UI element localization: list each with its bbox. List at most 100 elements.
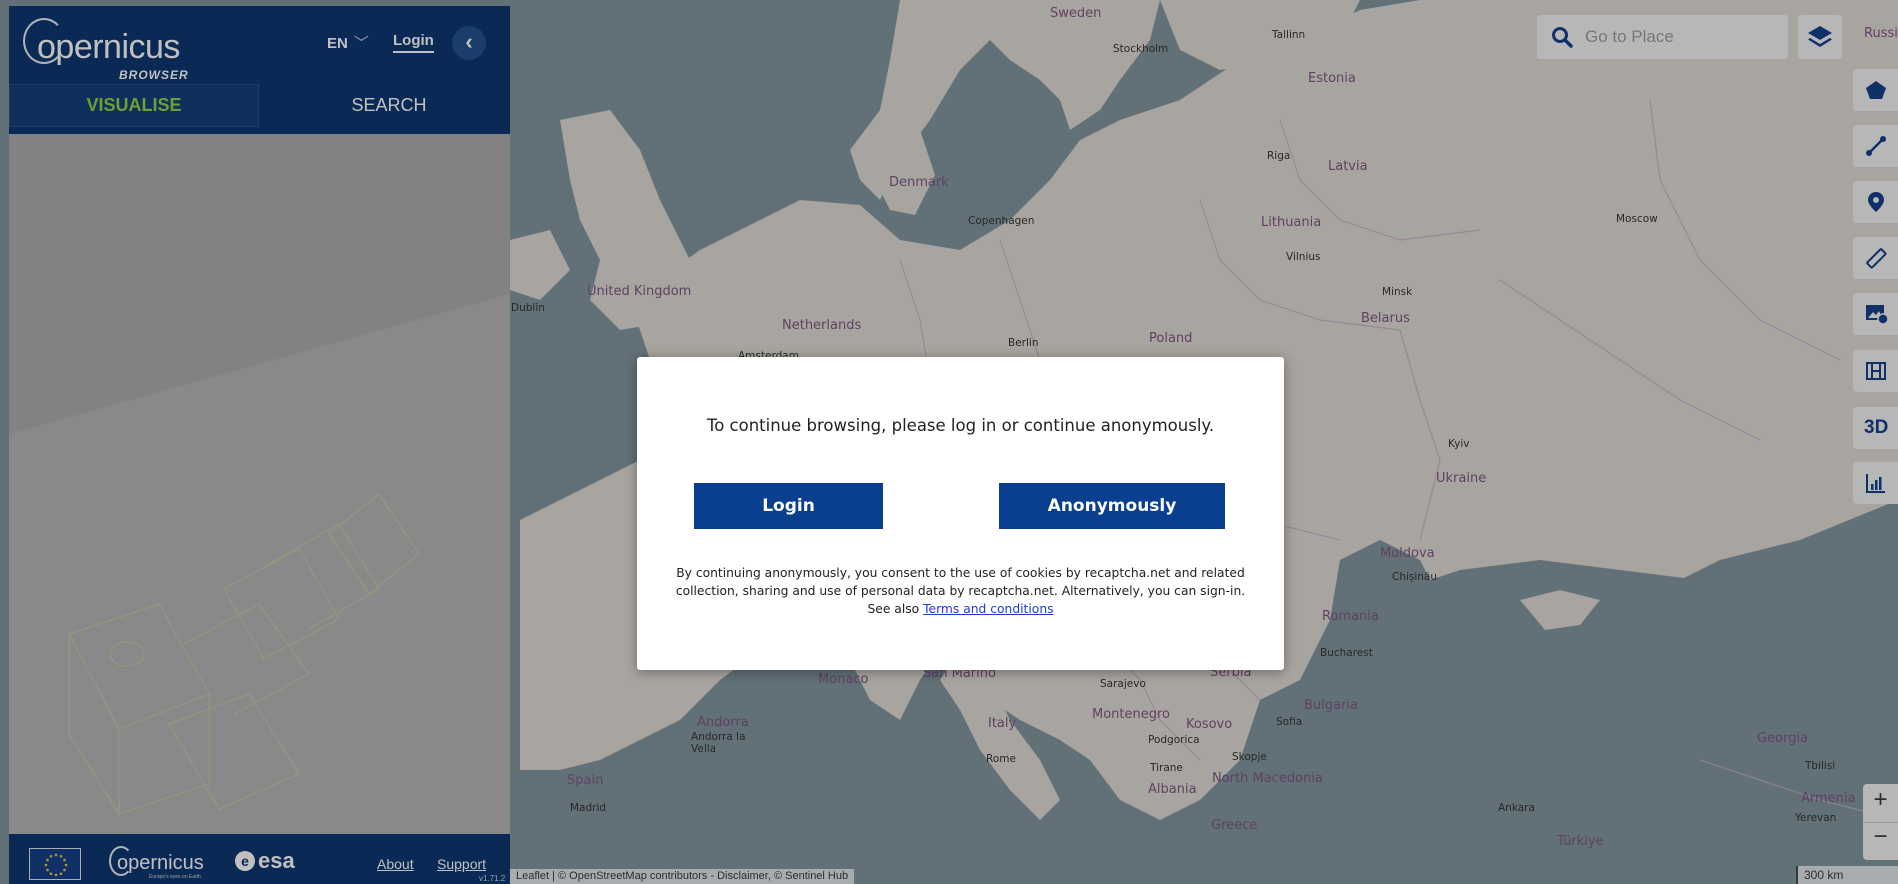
dialog-message: To continue browsing, please log in or c… xyxy=(706,416,1215,435)
login-link[interactable]: Login xyxy=(393,32,434,53)
country-label: North Macedonia xyxy=(1212,771,1323,786)
city-label: Tirane xyxy=(1150,762,1183,774)
scale-bar: 300 km xyxy=(1796,866,1898,884)
image-info-button[interactable] xyxy=(1853,293,1898,335)
city-label: Stockholm xyxy=(1113,43,1169,55)
footer-logo-word: opernicus xyxy=(117,852,204,874)
esa-logo[interactable]: e esa xyxy=(235,848,295,874)
3d-view-button[interactable]: 3D xyxy=(1853,407,1898,449)
country-label: Greece xyxy=(1211,818,1258,833)
city-label: Sofia xyxy=(1276,716,1303,728)
city-label: Bucharest xyxy=(1320,647,1373,659)
country-label: Estonia xyxy=(1308,71,1356,86)
film-icon xyxy=(1866,362,1886,380)
support-link[interactable]: Support xyxy=(437,856,486,872)
city-label: Minsk xyxy=(1382,286,1413,298)
layers-button[interactable] xyxy=(1798,15,1842,59)
city-label: Podgorica xyxy=(1148,734,1200,746)
city-label: Madrid xyxy=(570,802,607,814)
eu-flag-logo xyxy=(29,848,81,880)
consent-notice: By continuing anonymously, you consent t… xyxy=(673,564,1248,618)
country-label: Kosovo xyxy=(1186,717,1233,732)
footer-logo-tagline: Europe's eyes on Earth xyxy=(149,874,201,880)
country-label: Poland xyxy=(1149,331,1193,346)
satellite-illustration xyxy=(9,294,510,834)
city-label: Tbilisi xyxy=(1805,760,1836,772)
polygon-icon xyxy=(1866,81,1886,99)
login-button[interactable]: Login xyxy=(694,483,883,529)
country-label: Georgia xyxy=(1757,731,1808,746)
chevron-left-icon: ‹ xyxy=(465,29,473,54)
city-label: Skopje xyxy=(1232,751,1267,763)
zoom-in-button[interactable]: + xyxy=(1863,786,1898,824)
city-label: Riga xyxy=(1267,150,1291,162)
country-label: Italy xyxy=(988,716,1017,731)
city-label: Berlin xyxy=(1008,337,1039,349)
line-icon xyxy=(1866,136,1886,156)
eu-stars-icon xyxy=(44,853,68,877)
draw-line-button[interactable] xyxy=(1853,125,1898,167)
country-label: Sweden xyxy=(1050,6,1102,21)
country-label: Denmark xyxy=(889,175,949,190)
country-label: Bulgaria xyxy=(1304,698,1358,713)
search-icon xyxy=(1552,27,1573,48)
country-label: Russi xyxy=(1864,26,1898,41)
country-label: Armenia xyxy=(1801,791,1856,806)
search-input[interactable] xyxy=(1585,23,1775,51)
tab-visualise[interactable]: VISUALISE xyxy=(9,84,259,127)
city-label: Dublin xyxy=(511,302,545,314)
continue-anonymously-button[interactable]: Anonymously xyxy=(999,483,1225,529)
country-label: Türkiye xyxy=(1557,834,1604,849)
country-label: United Kingdom xyxy=(587,284,692,299)
city-label: Rome xyxy=(986,753,1016,765)
copernicus-browser-logo: opernicus BROWSER xyxy=(23,14,193,84)
timelapse-button[interactable] xyxy=(1853,350,1898,392)
image-info-icon xyxy=(1866,305,1889,325)
city-label: Chișinău xyxy=(1392,571,1438,583)
language-value: EN xyxy=(327,35,348,52)
marker-icon xyxy=(1868,192,1884,212)
country-label: Andorra xyxy=(697,715,749,730)
city-label: Sarajevo xyxy=(1100,678,1146,690)
city-label: Yerevan xyxy=(1795,812,1837,824)
go-to-place-search[interactable] xyxy=(1537,15,1788,59)
esa-mark-icon: e xyxy=(235,851,255,871)
map-attribution[interactable]: Leaflet | © OpenStreetMap contributors -… xyxy=(510,869,855,884)
zoom-out-button[interactable]: − xyxy=(1863,822,1898,860)
chevron-down-icon: ﹀ xyxy=(353,35,369,52)
city-label: Andorra la Vella xyxy=(691,731,746,755)
ruler-icon xyxy=(1866,248,1887,269)
city-label: Ankara xyxy=(1498,802,1535,814)
statistics-button[interactable] xyxy=(1853,462,1898,504)
tab-search[interactable]: SEARCH xyxy=(269,84,509,127)
country-label: Latvia xyxy=(1328,159,1368,174)
terms-link[interactable]: Terms and conditions xyxy=(923,602,1053,616)
zoom-control: + − xyxy=(1863,784,1898,860)
country-label: Moldova xyxy=(1380,546,1435,561)
language-selector[interactable]: EN ﹀ xyxy=(327,32,369,53)
country-label: Romania xyxy=(1322,609,1379,624)
sidebar: opernicus BROWSER EN ﹀ Login ‹ VISUALISE … xyxy=(9,6,510,884)
version-label: v1.71.2 xyxy=(479,874,506,883)
city-label: Tallinn xyxy=(1272,29,1306,41)
country-label: Belarus xyxy=(1361,311,1410,326)
sidebar-header: opernicus BROWSER EN ﹀ Login ‹ VISUALISE … xyxy=(9,6,510,134)
logo-subtitle: BROWSER xyxy=(119,68,189,82)
country-label: Albania xyxy=(1148,782,1197,797)
country-label: Ukraine xyxy=(1436,471,1487,486)
copernicus-footer-logo[interactable]: opernicus Europe's eyes on Earth xyxy=(109,844,219,880)
3d-label: 3D xyxy=(1864,417,1889,438)
country-label: Spain xyxy=(567,773,604,788)
collapse-sidebar-button[interactable]: ‹ xyxy=(452,26,486,60)
sidebar-body xyxy=(9,134,510,834)
country-label: Montenegro xyxy=(1092,707,1171,722)
about-link[interactable]: About xyxy=(377,856,414,872)
sidebar-footer: opernicus Europe's eyes on Earth e esa Ab… xyxy=(9,834,510,884)
place-marker-button[interactable] xyxy=(1853,181,1898,223)
city-label: Kyiv xyxy=(1448,438,1470,450)
measure-button[interactable] xyxy=(1853,237,1898,279)
country-label: Lithuania xyxy=(1261,215,1322,230)
draw-polygon-button[interactable] xyxy=(1853,69,1898,111)
layers-icon xyxy=(1808,26,1832,47)
histogram-icon xyxy=(1866,474,1885,493)
